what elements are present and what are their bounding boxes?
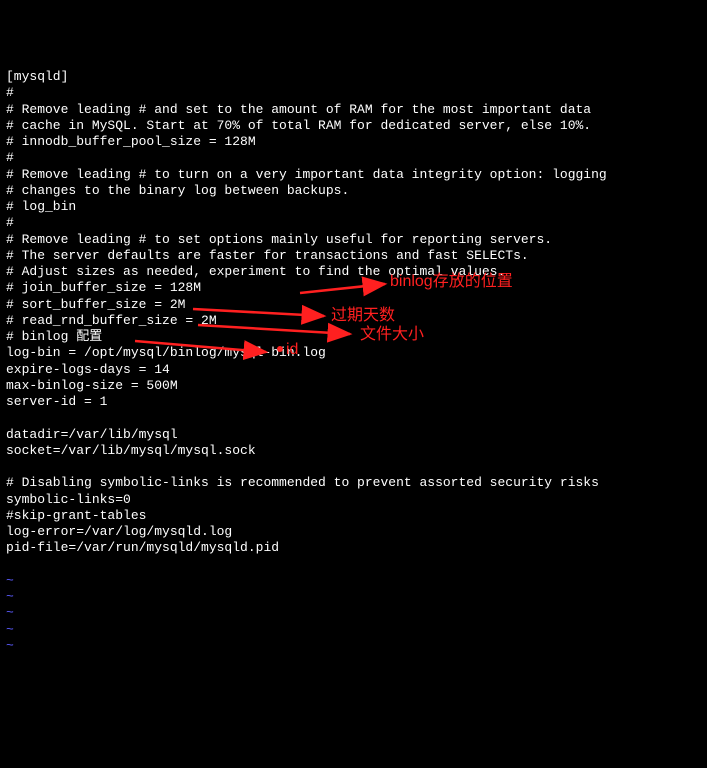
config-line: # log_bin bbox=[6, 199, 701, 215]
vim-tilde-lines: ~~~~~ bbox=[6, 573, 701, 654]
config-line: # innodb_buffer_pool_size = 128M bbox=[6, 134, 701, 150]
vim-tilde: ~ bbox=[6, 638, 701, 654]
config-line bbox=[6, 410, 701, 426]
config-line: # bbox=[6, 215, 701, 231]
config-line: # Remove leading # to set options mainly… bbox=[6, 232, 701, 248]
config-line: # sort_buffer_size = 2M bbox=[6, 297, 701, 313]
config-line: [mysqld] bbox=[6, 69, 701, 85]
config-line: # Disabling symbolic-links is recommende… bbox=[6, 475, 701, 491]
config-line: datadir=/var/lib/mysql bbox=[6, 427, 701, 443]
config-line bbox=[6, 459, 701, 475]
config-file-content: [mysqld]## Remove leading # and set to t… bbox=[6, 69, 701, 557]
config-line: # join_buffer_size = 128M bbox=[6, 280, 701, 296]
config-line: server-id = 1 bbox=[6, 394, 701, 410]
vim-tilde: ~ bbox=[6, 589, 701, 605]
config-line: log-bin = /opt/mysql/binlog/mysql-bin.lo… bbox=[6, 345, 701, 361]
config-line: pid-file=/var/run/mysqld/mysqld.pid bbox=[6, 540, 701, 556]
config-line: socket=/var/lib/mysql/mysql.sock bbox=[6, 443, 701, 459]
config-line: # changes to the binary log between back… bbox=[6, 183, 701, 199]
config-line: # binlog 配置 bbox=[6, 329, 701, 345]
config-line: # Adjust sizes as needed, experiment to … bbox=[6, 264, 701, 280]
config-line: expire-logs-days = 14 bbox=[6, 362, 701, 378]
vim-tilde: ~ bbox=[6, 573, 701, 589]
config-line: log-error=/var/log/mysqld.log bbox=[6, 524, 701, 540]
config-line: # cache in MySQL. Start at 70% of total … bbox=[6, 118, 701, 134]
config-line: #skip-grant-tables bbox=[6, 508, 701, 524]
config-line: # Remove leading # to turn on a very imp… bbox=[6, 167, 701, 183]
config-line: max-binlog-size = 500M bbox=[6, 378, 701, 394]
config-line: symbolic-links=0 bbox=[6, 492, 701, 508]
vim-tilde: ~ bbox=[6, 622, 701, 638]
config-line: # Remove leading # and set to the amount… bbox=[6, 102, 701, 118]
config-line: # bbox=[6, 85, 701, 101]
vim-tilde: ~ bbox=[6, 605, 701, 621]
config-line: # read_rnd_buffer_size = 2M bbox=[6, 313, 701, 329]
config-line: # bbox=[6, 150, 701, 166]
config-line: # The server defaults are faster for tra… bbox=[6, 248, 701, 264]
